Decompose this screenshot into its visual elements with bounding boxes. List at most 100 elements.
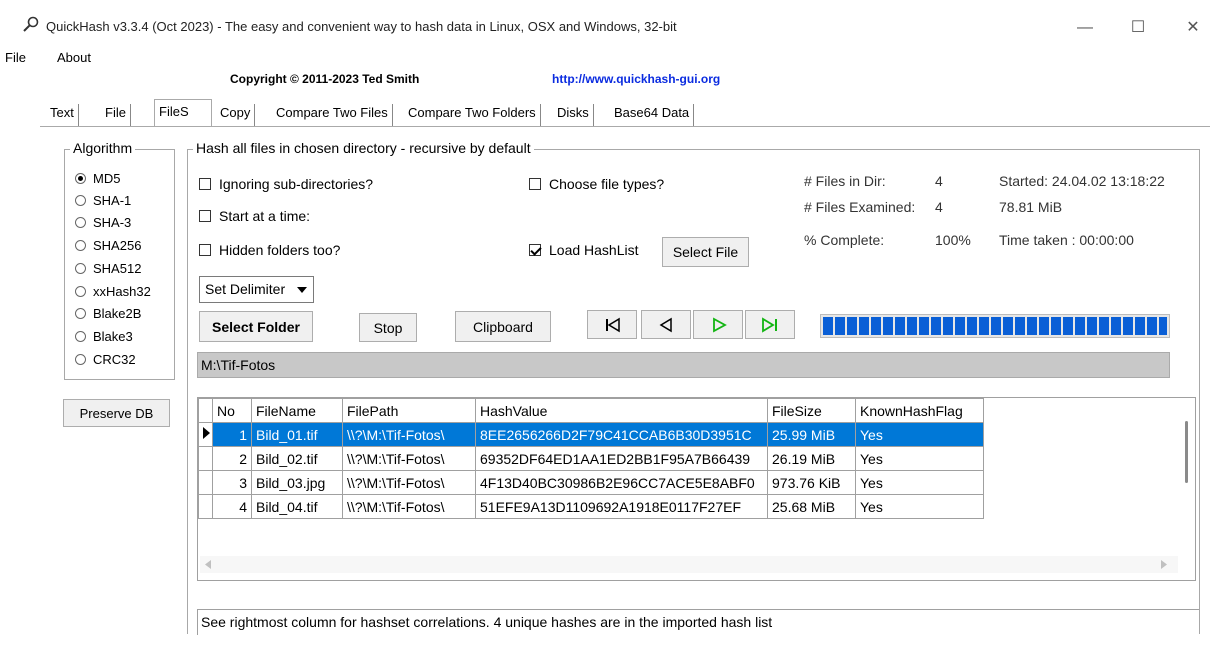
cell-no[interactable]: 3 bbox=[212, 470, 252, 495]
select-file-button[interactable]: Select File bbox=[662, 237, 749, 267]
menu-about[interactable]: About bbox=[57, 50, 91, 65]
cell-no[interactable]: 1 bbox=[212, 422, 252, 447]
progress-segment bbox=[883, 317, 893, 335]
tab-compare-two-folders[interactable]: Compare Two Folders bbox=[404, 104, 541, 126]
delimiter-value: Set Delimiter bbox=[205, 281, 286, 297]
radio-indicator bbox=[75, 173, 86, 184]
vertical-scroll-thumb[interactable] bbox=[1185, 421, 1188, 483]
progress-segment bbox=[919, 317, 929, 335]
cell-filename[interactable]: Bild_01.tif bbox=[251, 422, 343, 447]
column-header[interactable]: FilePath bbox=[342, 398, 476, 423]
minimize-button[interactable]: — bbox=[1062, 14, 1108, 42]
cell-filename[interactable]: Bild_04.tif bbox=[251, 494, 343, 519]
progress-segment bbox=[943, 317, 953, 335]
hidden-folders-checkbox[interactable]: Hidden folders too? bbox=[199, 242, 340, 258]
tab-compare-two-files[interactable]: Compare Two Files bbox=[272, 104, 393, 126]
previous-icon bbox=[659, 317, 672, 333]
cell-filename[interactable]: Bild_03.jpg bbox=[251, 470, 343, 495]
column-header[interactable]: HashValue bbox=[475, 398, 768, 423]
cell-filepath[interactable]: \\?\M:\Tif-Fotos\ bbox=[342, 470, 476, 495]
radio-crc32[interactable]: CRC32 bbox=[75, 351, 136, 373]
preserve-db-button[interactable]: Preserve DB bbox=[63, 399, 170, 427]
cell-filepath[interactable]: \\?\M:\Tif-Fotos\ bbox=[342, 446, 476, 471]
first-record-button[interactable] bbox=[587, 310, 637, 339]
radio-indicator bbox=[75, 263, 86, 274]
progress-segment bbox=[1063, 317, 1073, 335]
choose-file-types-checkbox[interactable]: Choose file types? bbox=[529, 176, 664, 192]
cell-filename[interactable]: Bild_02.tif bbox=[251, 446, 343, 471]
tab-base64-data[interactable]: Base64 Data bbox=[610, 104, 695, 126]
select-folder-button[interactable]: Select Folder bbox=[199, 311, 313, 342]
progress-segment bbox=[859, 317, 869, 335]
cell-filesize[interactable]: 26.19 MiB bbox=[767, 446, 856, 471]
cell-knownhashflag[interactable]: Yes bbox=[855, 494, 984, 519]
clipboard-button[interactable]: Clipboard bbox=[455, 311, 551, 342]
last-record-button[interactable] bbox=[745, 310, 795, 339]
radio-blake3[interactable]: Blake3 bbox=[75, 328, 133, 350]
cell-filesize[interactable]: 25.99 MiB bbox=[767, 422, 856, 447]
radio-indicator bbox=[75, 195, 86, 206]
cell-knownhashflag[interactable]: Yes bbox=[855, 422, 984, 447]
radio-indicator bbox=[75, 240, 86, 251]
ignore-subdirs-checkbox[interactable]: Ignoring sub-directories? bbox=[199, 176, 373, 192]
progress-fill bbox=[823, 317, 1167, 335]
tab-copy[interactable]: Copy bbox=[216, 104, 256, 126]
radio-sha256[interactable]: SHA256 bbox=[75, 237, 141, 259]
tab-file[interactable]: File bbox=[101, 104, 131, 126]
tab-disks[interactable]: Disks bbox=[553, 104, 594, 126]
scroll-right-icon[interactable] bbox=[1161, 560, 1167, 569]
tab-text[interactable]: Text bbox=[46, 104, 79, 126]
skip-first-icon bbox=[606, 317, 620, 333]
cell-knownhashflag[interactable]: Yes bbox=[855, 470, 984, 495]
column-header[interactable]: FileName bbox=[251, 398, 343, 423]
horizontal-scrollbar[interactable] bbox=[200, 556, 1178, 573]
column-header[interactable]: No bbox=[212, 398, 252, 423]
vertical-scrollbar[interactable] bbox=[1178, 399, 1195, 579]
cell-filesize[interactable]: 25.68 MiB bbox=[767, 494, 856, 519]
delimiter-dropdown[interactable]: Set Delimiter bbox=[199, 276, 314, 303]
progress-segment bbox=[1015, 317, 1025, 335]
complete-label: % Complete: bbox=[804, 232, 885, 248]
cell-filesize[interactable]: 973.76 KiB bbox=[767, 470, 856, 495]
cell-filepath[interactable]: \\?\M:\Tif-Fotos\ bbox=[342, 494, 476, 519]
cell-hashvalue[interactable]: 69352DF64ED1AA1ED2BB1F95A7B66439 bbox=[475, 446, 768, 471]
progress-segment bbox=[835, 317, 845, 335]
complete-value: 100% bbox=[935, 232, 971, 248]
cell-no[interactable]: 4 bbox=[212, 494, 252, 519]
radio-xxhash32[interactable]: xxHash32 bbox=[75, 283, 151, 305]
maximize-button[interactable]: ☐ bbox=[1115, 14, 1161, 42]
cell-hashvalue[interactable]: 51EFE9A13D1109692A1918E0117F27EF bbox=[475, 494, 768, 519]
results-grid[interactable]: No FileName FilePath HashValue FileSize … bbox=[197, 397, 1196, 581]
total-size: 78.81 MiB bbox=[999, 199, 1063, 215]
cell-hashvalue[interactable]: 4F13D40BC30986B2E96CC7ACE5E8ABF0 bbox=[475, 470, 768, 495]
row-indicator bbox=[198, 470, 213, 495]
load-hashlist-checkbox[interactable]: Load HashList bbox=[529, 242, 639, 258]
cell-knownhashflag[interactable]: Yes bbox=[855, 446, 984, 471]
cell-hashvalue[interactable]: 8EE2656266D2F79C41CCAB6B30D3951C bbox=[475, 422, 768, 447]
table-row[interactable]: 2 Bild_02.tif \\?\M:\Tif-Fotos\ 69352DF6… bbox=[198, 446, 984, 471]
table-row[interactable]: 4 Bild_04.tif \\?\M:\Tif-Fotos\ 51EFE9A1… bbox=[198, 494, 984, 519]
radio-blake2b[interactable]: Blake2B bbox=[75, 305, 141, 327]
radio-sha512[interactable]: SHA512 bbox=[75, 260, 141, 282]
previous-record-button[interactable] bbox=[641, 310, 691, 339]
cell-no[interactable]: 2 bbox=[212, 446, 252, 471]
files-examined-value: 4 bbox=[935, 199, 943, 215]
table-row[interactable]: 3 Bild_03.jpg \\?\M:\Tif-Fotos\ 4F13D40B… bbox=[198, 470, 984, 495]
column-header[interactable]: FileSize bbox=[767, 398, 856, 423]
menu-file[interactable]: File bbox=[5, 50, 26, 65]
radio-sha1[interactable]: SHA-1 bbox=[75, 192, 131, 214]
cell-filepath[interactable]: \\?\M:\Tif-Fotos\ bbox=[342, 422, 476, 447]
scroll-left-icon[interactable] bbox=[205, 560, 211, 569]
table-row[interactable]: 1 Bild_01.tif \\?\M:\Tif-Fotos\ 8EE26562… bbox=[198, 422, 984, 447]
progress-segment bbox=[1111, 317, 1121, 335]
radio-md5[interactable]: MD5 bbox=[75, 170, 120, 192]
next-record-button[interactable] bbox=[693, 310, 743, 339]
stop-button[interactable]: Stop bbox=[359, 313, 417, 342]
website-link[interactable]: http://www.quickhash-gui.org bbox=[552, 72, 720, 86]
window-title: QuickHash v3.3.4 (Oct 2023) - The easy a… bbox=[46, 19, 677, 34]
start-at-time-checkbox[interactable]: Start at a time: bbox=[199, 208, 310, 224]
radio-sha3[interactable]: SHA-3 bbox=[75, 214, 131, 236]
close-button[interactable]: ✕ bbox=[1170, 14, 1216, 42]
tab-files[interactable]: FileS bbox=[154, 99, 212, 127]
column-header[interactable]: KnownHashFlag bbox=[855, 398, 984, 423]
